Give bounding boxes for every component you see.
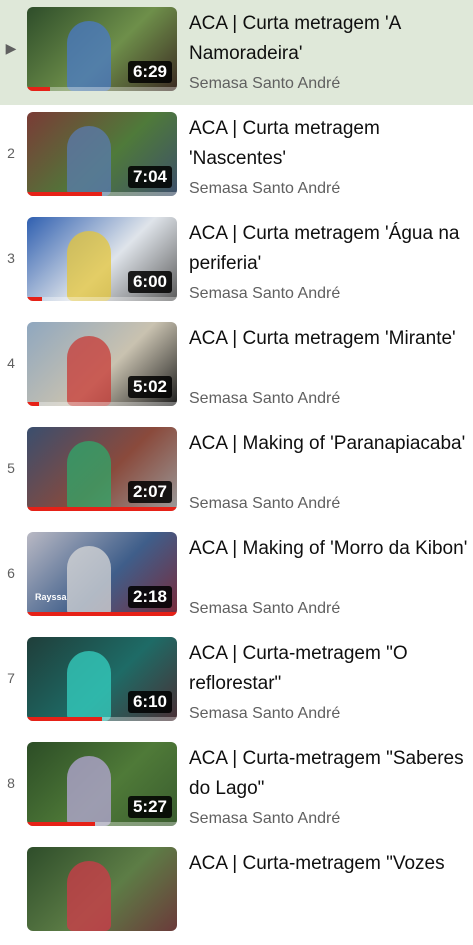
playlist-index: 7 xyxy=(7,670,15,686)
video-thumbnail[interactable]: Rayssa 2:18 xyxy=(27,532,177,616)
watch-progress-bar xyxy=(27,612,177,616)
watch-progress-bar xyxy=(27,717,102,721)
playlist-item[interactable]: 3 6:00 ACA | Curta metragem 'Água na perif… xyxy=(0,210,473,315)
playlist-item[interactable]: 7 6:10 ACA | Curta-metragem "O reflorestar… xyxy=(0,630,473,735)
playlist-index: 3 xyxy=(7,250,15,266)
video-thumbnail[interactable]: 6:29 xyxy=(27,7,177,91)
thumbnail-figure xyxy=(67,336,111,406)
watch-progress-bar xyxy=(27,192,102,196)
duration-badge: 2:07 xyxy=(127,481,172,503)
video-thumbnail[interactable]: 6:10 xyxy=(27,637,177,721)
playlist-item[interactable]: 5 2:07 ACA | Making of 'Paranapiacaba' Sema… xyxy=(0,420,473,525)
channel-name[interactable]: Semasa Santo André xyxy=(189,810,340,828)
channel-name[interactable]: Semasa Santo André xyxy=(189,705,340,723)
thumbnail-figure xyxy=(67,651,111,721)
channel-name[interactable]: Semasa Santo André xyxy=(189,390,340,408)
playlist-index: 8 xyxy=(7,775,15,791)
channel-name[interactable]: Semasa Santo André xyxy=(189,180,340,198)
watch-progress-track xyxy=(27,87,177,91)
watch-progress-bar xyxy=(27,402,39,406)
video-title[interactable]: ACA | Making of 'Morro da Kibon' xyxy=(189,534,469,564)
duration-badge: 5:27 xyxy=(127,796,172,818)
thumbnail-figure xyxy=(67,756,111,826)
channel-name[interactable]: Semasa Santo André xyxy=(189,75,340,93)
duration-badge: 6:10 xyxy=(127,691,172,713)
video-title[interactable]: ACA | Curta metragem 'Nascentes' xyxy=(189,114,469,174)
thumbnail-figure xyxy=(67,441,111,511)
video-title[interactable]: ACA | Curta-metragem "O reflorestar" xyxy=(189,639,469,699)
playlist-item[interactable]: ACA | Curta-metragem "Vozes xyxy=(0,840,473,945)
watch-progress-track xyxy=(27,402,177,406)
duration-badge: 2:18 xyxy=(127,586,172,608)
video-title[interactable]: ACA | Curta metragem 'A Namoradeira' xyxy=(189,9,469,69)
watch-progress-track xyxy=(27,297,177,301)
playlist-item[interactable]: 6 Rayssa 2:18 ACA | Making of 'Morro da Kib… xyxy=(0,525,473,630)
video-thumbnail[interactable]: 2:07 xyxy=(27,427,177,511)
thumbnail-figure xyxy=(67,21,111,91)
video-title[interactable]: ACA | Making of 'Paranapiacaba' xyxy=(189,429,469,459)
duration-badge: 6:29 xyxy=(127,61,172,83)
playlist-panel: ▶ 6:29 ACA | Curta metragem 'A Namoradeira… xyxy=(0,0,473,945)
thumbnail-figure xyxy=(67,546,111,616)
playlist-index: 5 xyxy=(7,460,15,476)
video-thumbnail[interactable]: 5:02 xyxy=(27,322,177,406)
playlist-index: 2 xyxy=(7,145,15,161)
watch-progress-bar xyxy=(27,507,177,511)
playlist-index: 6 xyxy=(7,565,15,581)
thumbnail-figure xyxy=(67,126,111,196)
video-thumbnail[interactable]: 6:00 xyxy=(27,217,177,301)
duration-badge: 5:02 xyxy=(127,376,172,398)
playlist-item[interactable]: ▶ 6:29 ACA | Curta metragem 'A Namoradeira… xyxy=(0,0,473,105)
thumbnail-caption: Rayssa xyxy=(35,592,67,602)
playlist-item[interactable]: 2 7:04 ACA | Curta metragem 'Nascentes' Sem… xyxy=(0,105,473,210)
thumbnail-figure xyxy=(67,231,111,301)
channel-name[interactable]: Semasa Santo André xyxy=(189,495,340,513)
playlist-item[interactable]: 8 5:27 ACA | Curta-metragem "Saberes do La… xyxy=(0,735,473,840)
watch-progress-bar xyxy=(27,297,42,301)
watch-progress-bar xyxy=(27,822,95,826)
channel-name[interactable]: Semasa Santo André xyxy=(189,285,340,303)
channel-name[interactable]: Semasa Santo André xyxy=(189,600,340,618)
playlist-item[interactable]: 4 5:02 ACA | Curta metragem 'Mirante' Semas… xyxy=(0,315,473,420)
playlist-index: 4 xyxy=(7,355,15,371)
thumbnail-figure xyxy=(67,861,111,931)
video-title[interactable]: ACA | Curta metragem 'Mirante' xyxy=(189,324,469,354)
duration-badge: 7:04 xyxy=(127,166,172,188)
video-title[interactable]: ACA | Curta-metragem "Saberes do Lago" xyxy=(189,744,469,804)
video-thumbnail[interactable]: 7:04 xyxy=(27,112,177,196)
video-thumbnail[interactable]: 5:27 xyxy=(27,742,177,826)
watch-progress-bar xyxy=(27,87,50,91)
video-thumbnail[interactable] xyxy=(27,847,177,931)
video-title[interactable]: ACA | Curta metragem 'Água na periferia' xyxy=(189,219,469,279)
video-title[interactable]: ACA | Curta-metragem "Vozes xyxy=(189,849,469,879)
now-playing-icon: ▶ xyxy=(5,40,17,56)
duration-badge: 6:00 xyxy=(127,271,172,293)
